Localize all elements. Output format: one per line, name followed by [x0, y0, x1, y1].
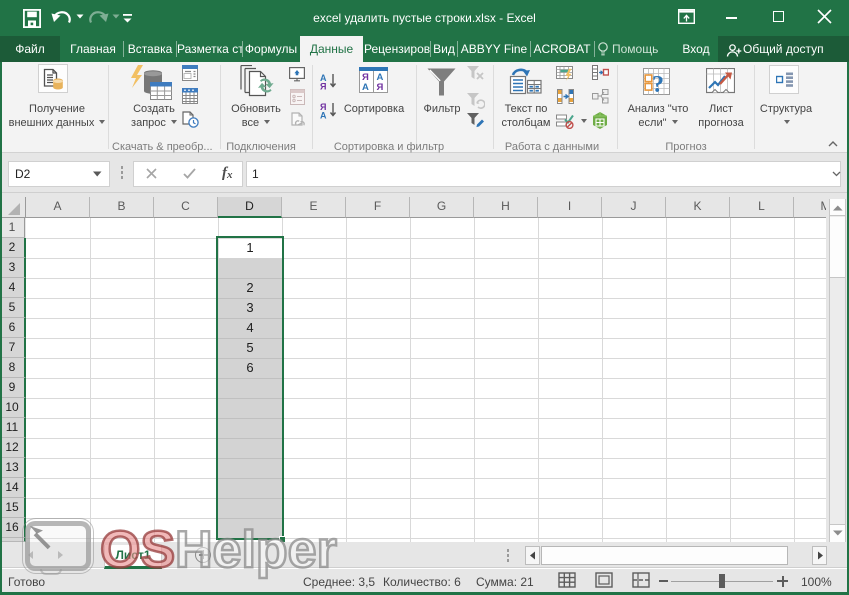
svg-text:А: А [362, 82, 369, 93]
svg-text:А: А [320, 111, 327, 120]
svg-text:Я: Я [377, 82, 384, 93]
svg-text:?: ? [652, 72, 664, 97]
svg-text:Я: Я [320, 82, 326, 91]
